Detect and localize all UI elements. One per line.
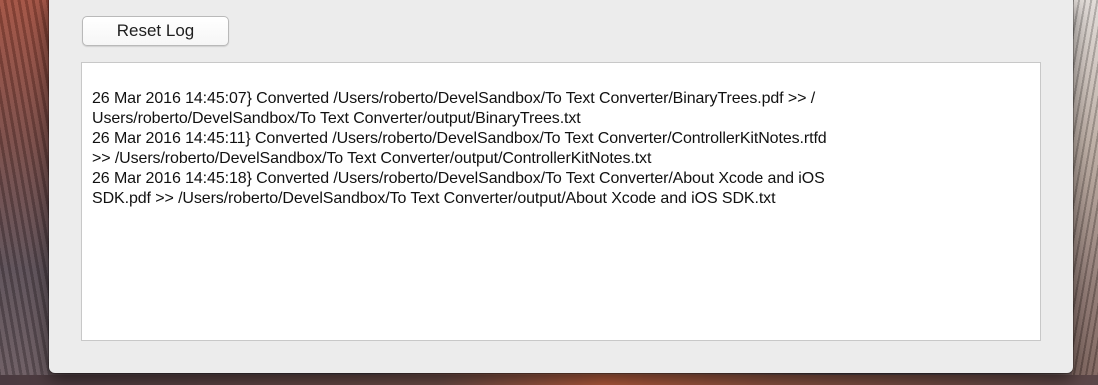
log-line: SDK.pdf >> /Users/roberto/DevelSandbox/T… xyxy=(92,190,776,207)
desktop-wallpaper-right xyxy=(1072,0,1098,385)
desktop-wallpaper-left xyxy=(0,0,50,385)
log-line: 26 Mar 2016 14:45:11} Converted /Users/r… xyxy=(92,130,827,147)
log-text-view[interactable]: 26 Mar 2016 14:45:07} Converted /Users/r… xyxy=(81,62,1041,341)
log-line: 26 Mar 2016 14:45:07} Converted /Users/r… xyxy=(92,90,816,107)
reset-log-button[interactable]: Reset Log xyxy=(82,16,229,46)
desktop-wallpaper-bottom xyxy=(0,375,1098,385)
log-line: 26 Mar 2016 14:45:18} Converted /Users/r… xyxy=(92,170,825,187)
app-window: Reset Log 26 Mar 2016 14:45:07} Converte… xyxy=(49,0,1073,373)
log-line: Users/roberto/DevelSandbox/To Text Conve… xyxy=(92,110,581,127)
log-line: >> /Users/roberto/DevelSandbox/To Text C… xyxy=(92,150,652,167)
